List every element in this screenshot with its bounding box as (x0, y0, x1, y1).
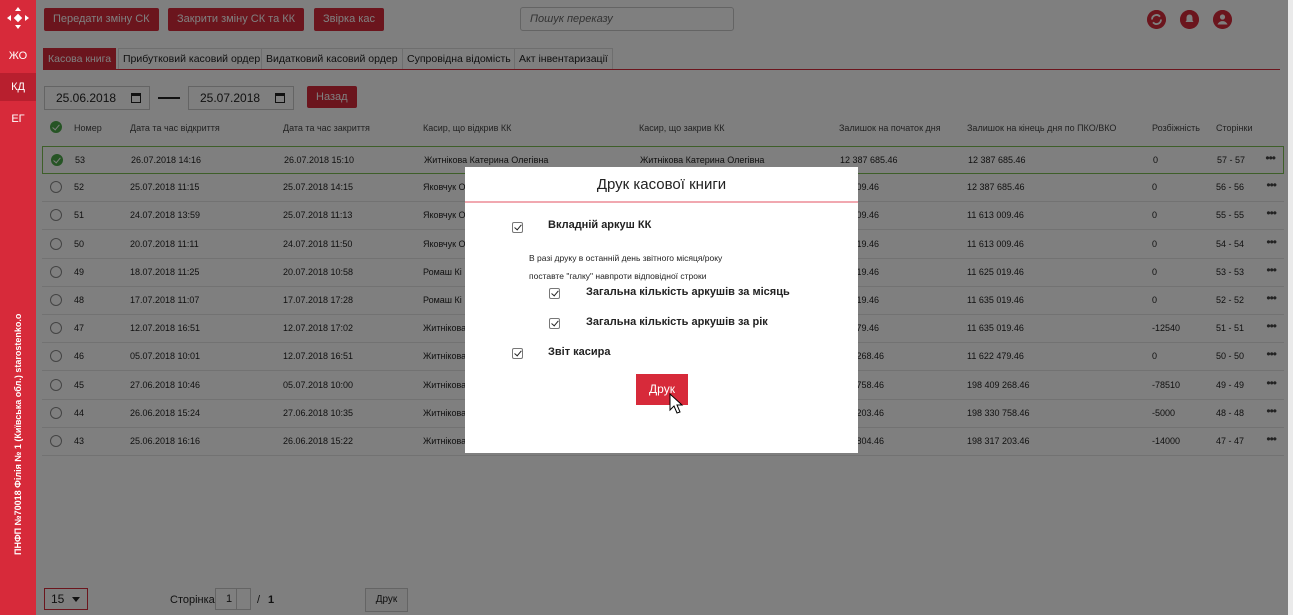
month-total-label: Загальна кількість аркушів за місяць (586, 286, 790, 298)
left-rail: ЖО КД ЕГ ПНФП №70018 Філія № 1 (Київська… (0, 0, 36, 615)
cashier-report-label: Звіт касира (548, 346, 611, 358)
year-total-checkbox[interactable] (549, 318, 560, 329)
rail-item-eg[interactable]: ЕГ (0, 105, 36, 133)
rail-item-zho[interactable]: ЖО (0, 42, 36, 70)
insert-sheet-checkbox[interactable] (512, 222, 523, 233)
insert-sheet-label: Вкладній аркуш КК (548, 219, 652, 231)
branch-info: ПНФП №70018 Філія № 1 (Київська обл.) st… (3, 300, 33, 555)
app-logo-icon[interactable] (6, 6, 30, 30)
dialog-title: Друк касової книги (465, 167, 858, 203)
print-cash-book-dialog: Друк касової книги Вкладній аркуш КК В р… (465, 167, 858, 453)
branch-info-text: ПНФП №70018 Філія № 1 (Київська обл.) st… (13, 313, 23, 555)
year-total-label: Загальна кількість аркушів за рік (586, 316, 768, 328)
note-line-2: поставте "галку" навпроти відповідної ст… (529, 271, 707, 281)
page-scrollbar[interactable] (1288, 0, 1293, 615)
note-line-1: В разі друку в останній день звітного мі… (529, 253, 723, 263)
rail-item-kd[interactable]: КД (0, 73, 36, 101)
month-total-checkbox[interactable] (549, 288, 560, 299)
cashier-report-checkbox[interactable] (512, 348, 523, 359)
mouse-cursor-icon (669, 393, 684, 414)
